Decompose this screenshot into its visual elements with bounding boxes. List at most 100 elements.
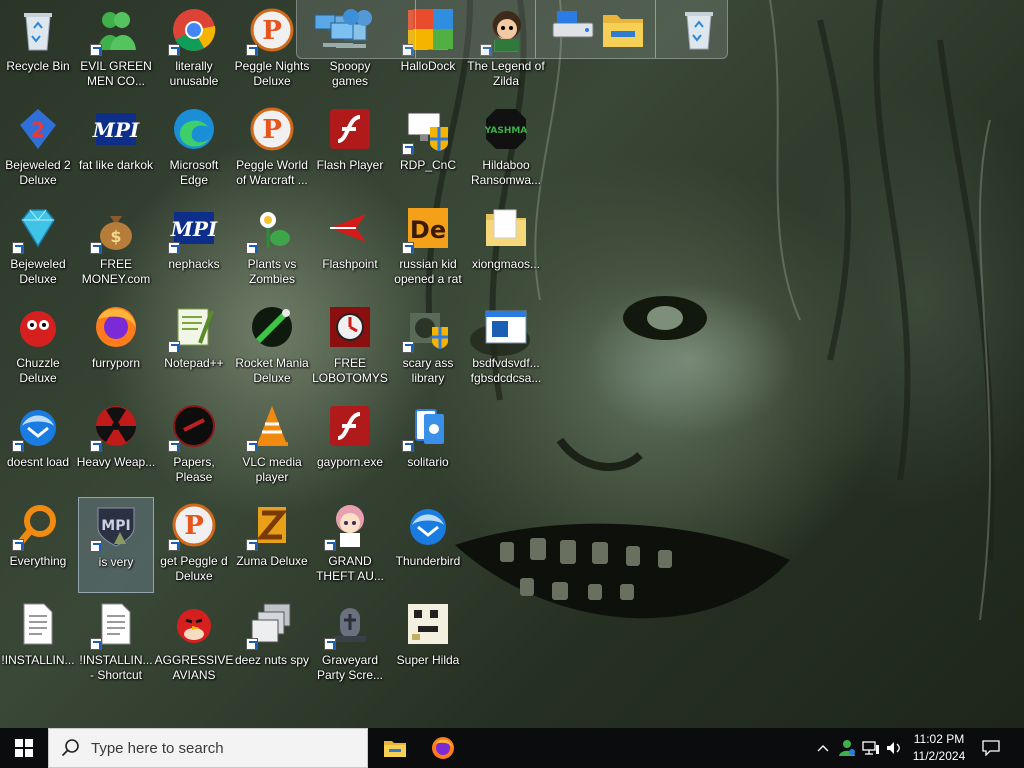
shortcut-arrow-icon <box>168 440 180 452</box>
dock-item[interactable] <box>409 5 457 53</box>
desktop-icon[interactable]: RDP_CnC <box>390 101 466 197</box>
desktop-icon[interactable]: scary ass library <box>390 299 466 395</box>
dock-overlay <box>296 0 728 59</box>
desktop-icon-label: scary ass library <box>402 356 454 385</box>
desktop-icon[interactable]: bsdfvdsvdf... fgbsdcdcsa... <box>468 299 544 395</box>
taskbar-clock[interactable]: 11:02 PM 11/2/2024 <box>906 728 972 768</box>
desktop-icon[interactable]: Chuzzle Deluxe <box>0 299 76 395</box>
desktop-icon[interactable]: Super Hilda <box>390 596 466 692</box>
desktop-icon[interactable]: MPI nephacks <box>156 200 232 296</box>
desktop-icon[interactable]: !INSTALLIN... <box>0 596 76 692</box>
desktop-icon[interactable]: Notepad++ <box>156 299 232 395</box>
desktop-icon[interactable]: literally unusable <box>156 2 232 98</box>
desktop-icon-label: Spoopy games <box>329 59 371 88</box>
desktop-icon[interactable]: Flash Player <box>312 101 388 197</box>
de-icon: De <box>402 204 452 254</box>
desktop-icon[interactable]: doesnt load <box>0 398 76 494</box>
desktop-icon[interactable]: 2 Bejeweled 2 Deluxe <box>0 101 76 197</box>
tray-chevron[interactable] <box>812 728 834 768</box>
desktop-icon-label: Zuma Deluxe <box>236 554 308 568</box>
taskbar-search-box[interactable] <box>48 728 368 768</box>
taskbar-file-explorer[interactable] <box>371 728 419 768</box>
search-input[interactable] <box>89 738 333 758</box>
desktop-icon-label: HalloDock <box>400 59 456 73</box>
dock-item[interactable] <box>675 5 723 53</box>
desktop-icon[interactable]: De russian kid opened a rat <box>390 200 466 296</box>
desktop-icon[interactable]: !INSTALLIN... - Shortcut <box>78 596 154 692</box>
desktop-icon[interactable]: Zuma Deluxe <box>234 497 310 593</box>
desktop-icon[interactable]: FREE LOBOTOMYS <box>312 299 388 395</box>
desktop-icon-label: nephacks <box>168 257 220 271</box>
shortcut-arrow-icon <box>246 638 258 650</box>
desktop-icon[interactable]: Heavy Weap... <box>77 398 155 494</box>
desktop-icon[interactable]: Bejeweled Deluxe <box>0 200 76 296</box>
shortcut-arrow-icon <box>12 440 24 452</box>
network-icon <box>862 741 879 755</box>
desktop-icon-label: Peggle Nights Deluxe <box>234 59 310 88</box>
desktop-icon-label: Chuzzle Deluxe <box>16 356 60 385</box>
text-file-icon <box>90 600 140 650</box>
desktop-icon[interactable]: EVIL GREEN MEN CO... <box>78 2 154 98</box>
desktop-icon[interactable]: Plants vs Zombies <box>234 200 310 296</box>
svg-text:MPI: MPI <box>101 518 130 534</box>
desktop-icon[interactable]: Recycle Bin <box>0 2 76 98</box>
desktop-icon[interactable]: VLC media player <box>234 398 310 494</box>
stacked-windows-icon <box>246 600 296 650</box>
solitario-icon <box>402 402 452 452</box>
action-center-button[interactable] <box>976 728 1006 768</box>
desktop-icon[interactable]: gayporn.exe <box>312 398 388 494</box>
peggle-icon: P <box>246 6 296 56</box>
desktop-icon[interactable]: Flashpoint <box>312 200 388 296</box>
desktop-icon-label: Thunderbird <box>395 554 461 568</box>
mpi-icon: MPI <box>168 204 218 254</box>
tray-network[interactable] <box>860 728 882 768</box>
desktop-icon[interactable]: Papers, Please <box>156 398 232 494</box>
dock-item[interactable] <box>313 5 361 53</box>
dock-item[interactable] <box>549 5 597 53</box>
desktop-icon[interactable]: AGGRESSIVE AVIANS <box>155 596 233 692</box>
desktop-icon[interactable]: furryporn <box>78 299 154 395</box>
desktop-icon[interactable]: solitario <box>390 398 466 494</box>
desktop-icon[interactable]: MPI fat like darkok <box>78 101 154 197</box>
dock-item[interactable] <box>483 5 531 53</box>
bejeweled2-icon: 2 <box>14 105 62 153</box>
desktop-icon-label: VLC media player <box>242 455 302 484</box>
zuma-icon <box>246 501 296 551</box>
shortcut-arrow-icon <box>168 44 180 56</box>
desktop-icon-label: furryporn <box>91 356 141 370</box>
desktop-icon[interactable]: YASHMA Hildaboo Ransomwa... <box>468 101 544 197</box>
desktop-icon-label: Microsoft Edge <box>169 158 219 187</box>
shortcut-arrow-icon <box>168 539 180 551</box>
desktop-icon[interactable]: GRAND THEFT AU... <box>312 497 388 593</box>
tray-people[interactable] <box>836 728 858 768</box>
taskbar-firefox[interactable] <box>419 728 467 768</box>
desktop-icon[interactable]: Pget Peggle d Deluxe <box>156 497 232 593</box>
desktop-icon[interactable]: MPI is very <box>78 497 154 593</box>
desktop-icon-label: Bejeweled Deluxe <box>10 257 66 286</box>
desktop-icon[interactable]: Everything <box>0 497 76 593</box>
flash-icon <box>326 105 374 153</box>
desktop-icon[interactable]: Graveyard Party Scre... <box>312 596 388 692</box>
desktop-icon[interactable]: deez nuts spy <box>234 596 310 692</box>
desktop-icon[interactable]: Microsoft Edge <box>156 101 232 197</box>
desktop-icon-label: Plants vs Zombies <box>247 257 297 286</box>
search-icon <box>61 739 79 757</box>
desktop-icon[interactable]: P Peggle World of Warcraft ... <box>234 101 310 197</box>
desktop-icon[interactable]: xiongmaos... <box>468 200 544 296</box>
peggle-icon: P <box>248 105 296 153</box>
svg-text:P: P <box>184 511 204 541</box>
desktop-icon-label: !INSTALLIN... <box>1 653 75 667</box>
dock-item[interactable] <box>599 5 647 53</box>
desktop-icon[interactable]: Rocket Mania Deluxe <box>234 299 310 395</box>
chrome-icon <box>168 6 218 56</box>
tray-volume[interactable] <box>884 728 904 768</box>
desktop-icon-label: Recycle Bin <box>6 59 70 73</box>
desktop-icon-label: Super Hilda <box>396 653 460 667</box>
folder-icon <box>482 204 530 252</box>
desktop-icon[interactable]: $ FREE MONEY.com <box>78 200 154 296</box>
start-button[interactable] <box>0 728 48 768</box>
action-center-icon <box>982 740 1000 756</box>
yashma-icon: YASHMA <box>482 105 530 153</box>
desktop-icon[interactable]: Thunderbird <box>390 497 466 593</box>
desktop-wallpaper: Recycle Bin EVIL GREEN MEN CO... literally… <box>0 0 1024 728</box>
